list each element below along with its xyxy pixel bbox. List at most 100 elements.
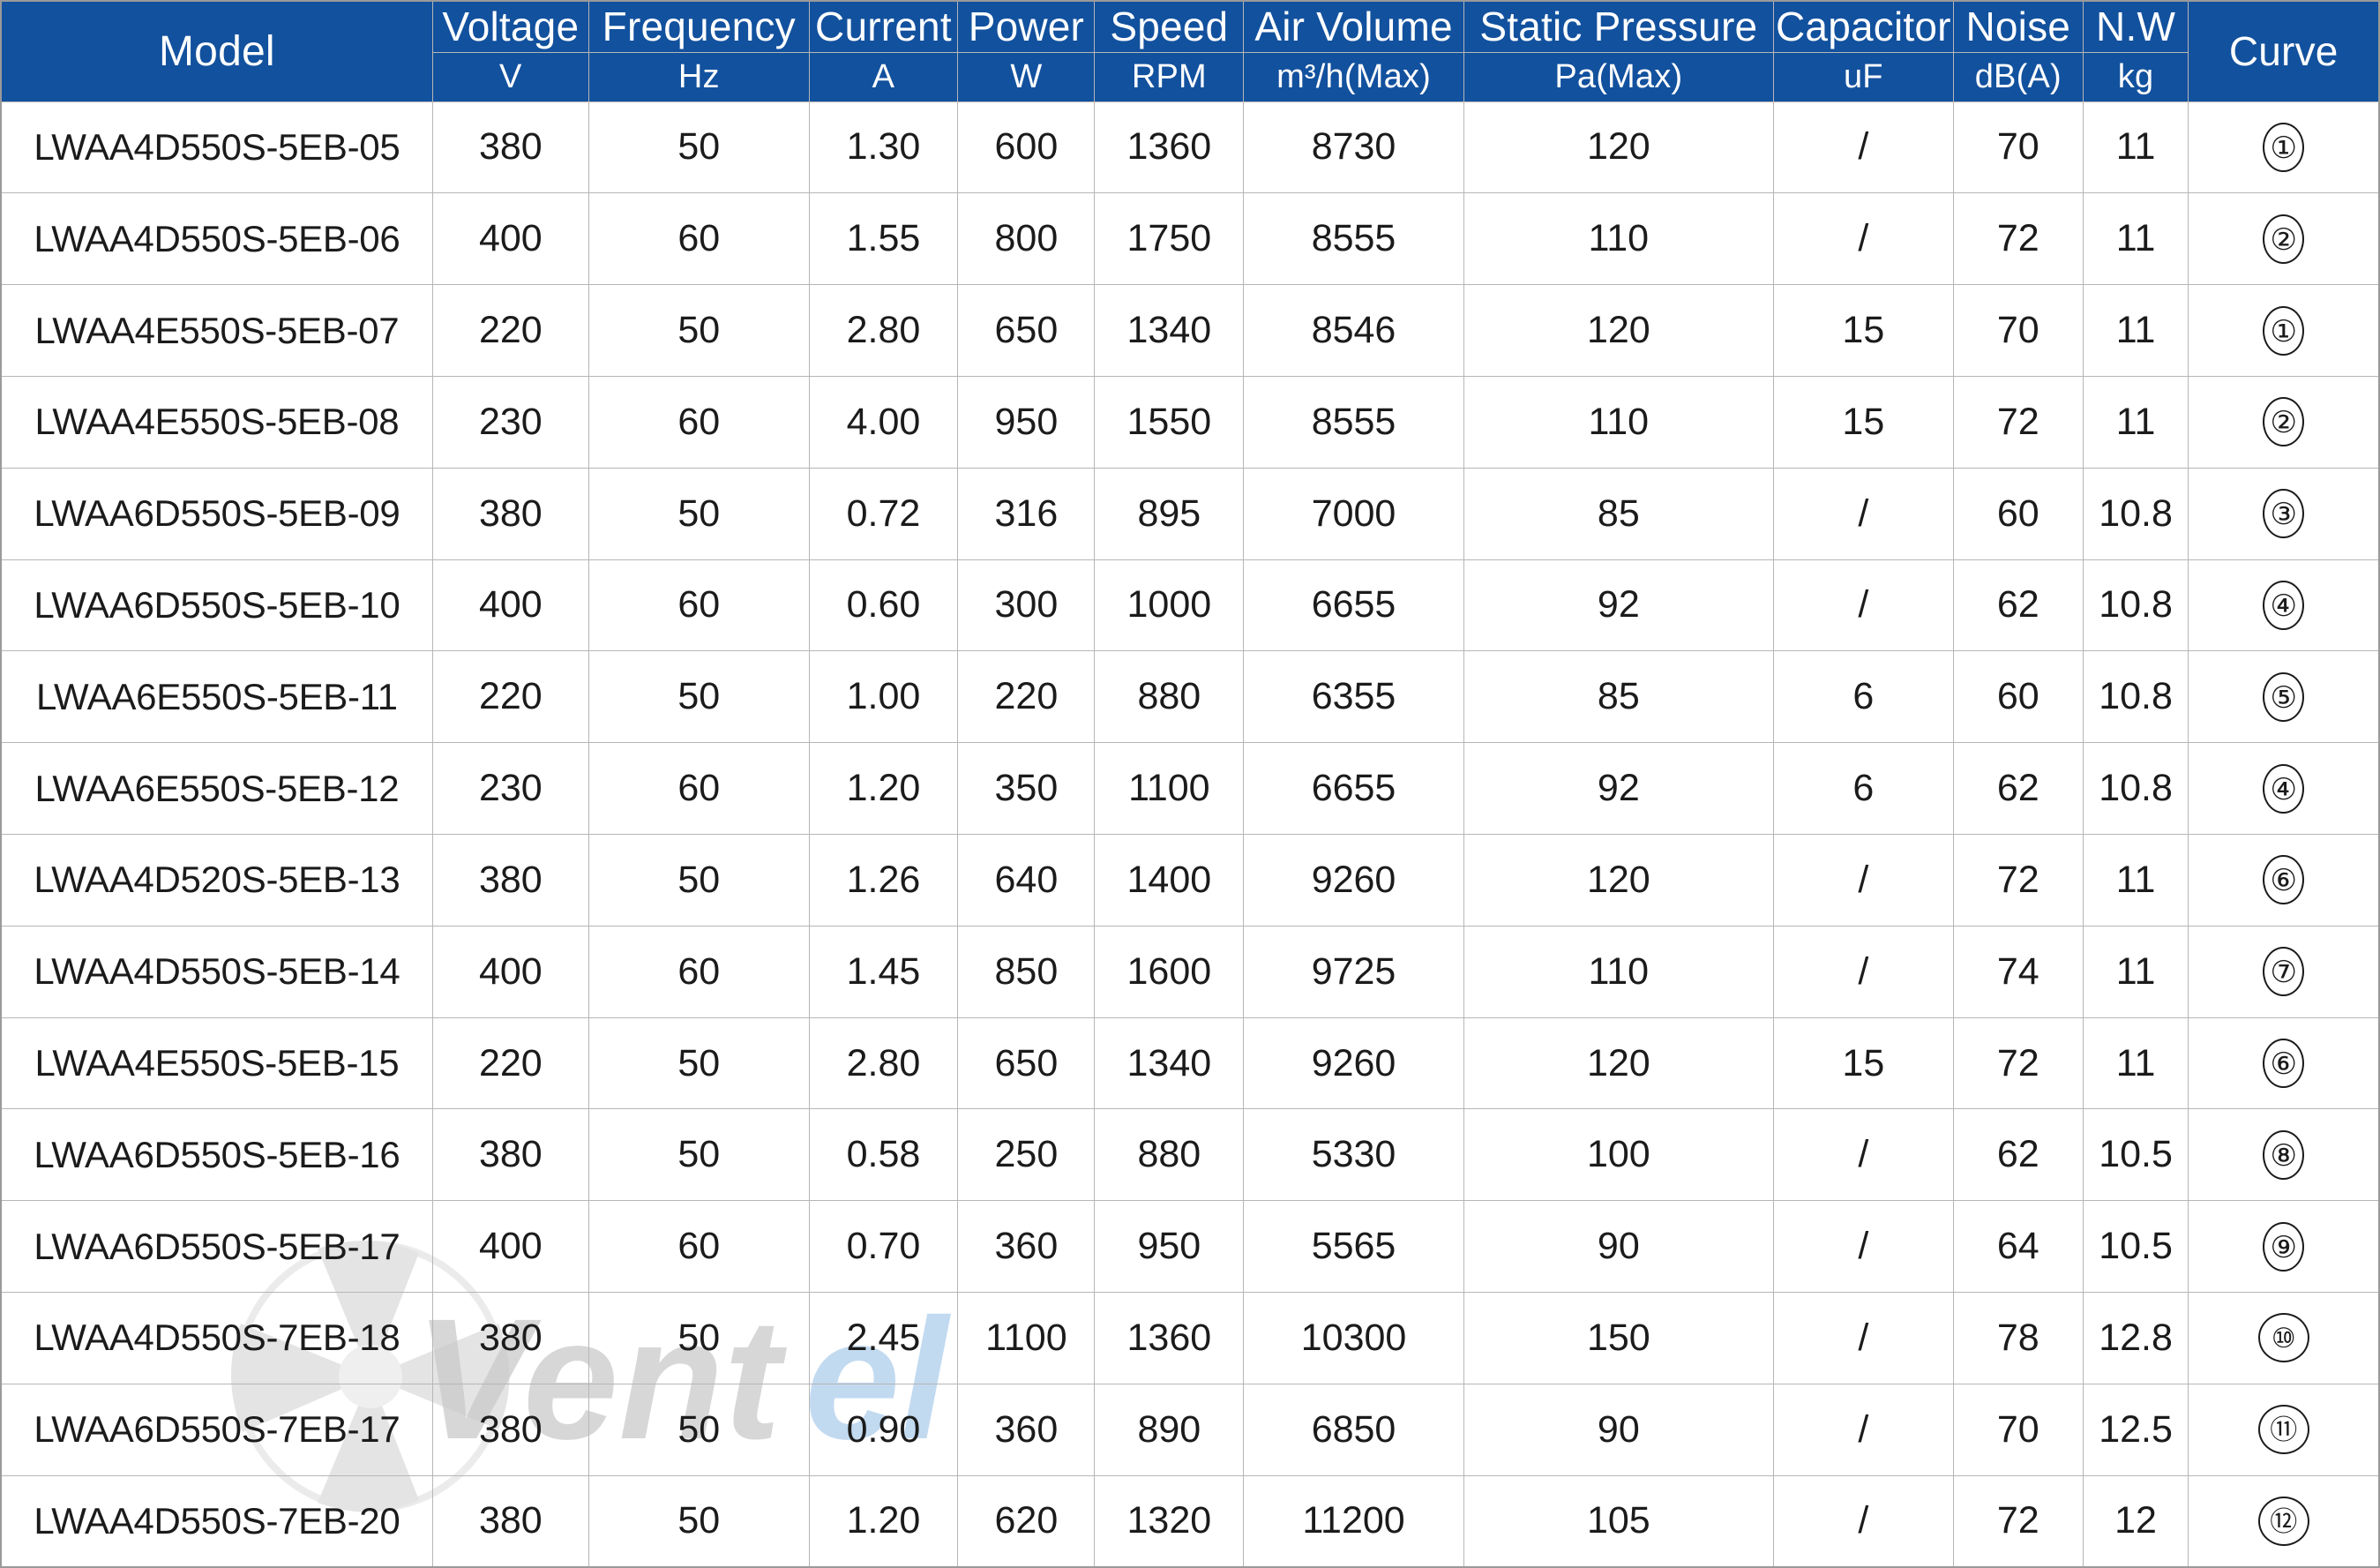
cell-current: 1.55 — [808, 192, 959, 286]
cell-curve: ⑤ — [2188, 650, 2380, 744]
cell-static: 120 — [1463, 101, 1774, 194]
col-header-speed: Speed — [1094, 0, 1245, 53]
curve-marker: ⑥ — [2263, 855, 2304, 905]
cell-nw: 11 — [2082, 375, 2189, 469]
cell-model: LWAA6D550S-5EB-10 — [0, 559, 433, 652]
cell-noise: 62 — [1952, 559, 2084, 652]
table-row: LWAA6E550S-5EB-11 220 50 1.00 220 880 6355 85 6 6… — [0, 650, 2380, 744]
table-row: LWAA6D550S-5EB-10 400 60 0.60 300 1000 6655 92/… — [0, 559, 2380, 652]
col-unit-static-pressure: Pa(Max) — [1463, 51, 1774, 102]
cell-nw: 11 — [2082, 834, 2189, 927]
cell-air: 10300 — [1243, 1292, 1464, 1384]
curve-marker: ④ — [2263, 580, 2304, 630]
cell-static: 150 — [1463, 1292, 1774, 1384]
curve-marker: ⑥ — [2263, 1039, 2304, 1089]
cell-model: LWAA6D550S-5EB-09 — [0, 467, 433, 560]
cell-freq: 50 — [588, 1383, 810, 1476]
cell-static: 92 — [1463, 742, 1774, 835]
cell-freq: 50 — [588, 1292, 810, 1384]
cell-nw: 12.8 — [2082, 1292, 2189, 1384]
cell-model: LWAA6E550S-5EB-12 — [0, 742, 433, 835]
cell-power: 950 — [957, 375, 1096, 469]
curve-marker: ⑩ — [2257, 1313, 2309, 1363]
cell-speed: 1750 — [1094, 192, 1245, 286]
cell-model: LWAA6D550S-5EB-16 — [0, 1108, 433, 1202]
cell-nw: 10.8 — [2082, 559, 2189, 652]
cell-power: 600 — [957, 101, 1096, 194]
cell-model: LWAA4E550S-5EB-15 — [0, 1017, 433, 1110]
cell-model: LWAA4D550S-7EB-20 — [0, 1474, 433, 1568]
table-row: LWAA6D550S-5EB-09 380 50 0.72 316 895 7000 85/6… — [0, 467, 2380, 560]
cell-cap: / — [1772, 1383, 1954, 1476]
col-unit-speed: RPM — [1094, 51, 1245, 102]
cell-noise: 70 — [1952, 101, 2084, 194]
cell-freq: 50 — [588, 101, 810, 194]
cell-freq: 60 — [588, 925, 810, 1018]
cell-freq: 60 — [588, 192, 810, 286]
cell-power: 650 — [957, 1017, 1096, 1110]
cell-curve: ④ — [2188, 559, 2380, 652]
col-unit-nw: kg — [2082, 51, 2189, 102]
cell-current: 1.30 — [808, 101, 959, 194]
cell-voltage: 380 — [431, 834, 589, 927]
col-header-curve: Curve — [2188, 0, 2380, 102]
curve-marker: ⑦ — [2263, 947, 2304, 997]
cell-current: 2.80 — [808, 1017, 959, 1110]
cell-curve: ① — [2188, 284, 2380, 377]
cell-speed: 880 — [1094, 1108, 1245, 1202]
table-row: LWAA4D550S-7EB-20 380 50 1.20 620 1320 11200 10… — [0, 1474, 2380, 1568]
cell-air: 6655 — [1243, 742, 1464, 835]
cell-power: 316 — [957, 467, 1096, 560]
cell-cap: / — [1772, 1292, 1954, 1384]
cell-noise: 60 — [1952, 467, 2084, 560]
cell-curve: ③ — [2188, 467, 2380, 560]
table-row: LWAA6E550S-5EB-12 230 60 1.20 350 1100 6655 92 6… — [0, 742, 2380, 835]
table-row: LWAA4D550S-5EB-05 380 50 1.30 600 1360 8730 120… — [0, 101, 2380, 194]
cell-noise: 72 — [1952, 1017, 2084, 1110]
cell-noise: 70 — [1952, 1383, 2084, 1476]
cell-voltage: 230 — [431, 742, 589, 835]
cell-noise: 62 — [1952, 742, 2084, 835]
cell-static: 92 — [1463, 559, 1774, 652]
cell-power: 300 — [957, 559, 1096, 652]
cell-air: 5330 — [1243, 1108, 1464, 1202]
cell-voltage: 400 — [431, 925, 589, 1018]
cell-voltage: 220 — [431, 284, 589, 377]
col-header-nw: N.W — [2082, 0, 2189, 53]
cell-nw: 11 — [2082, 192, 2189, 286]
cell-power: 640 — [957, 834, 1096, 927]
cell-curve: ⑦ — [2188, 925, 2380, 1018]
cell-freq: 60 — [588, 559, 810, 652]
cell-curve: ① — [2188, 101, 2380, 194]
cell-nw: 11 — [2082, 925, 2189, 1018]
cell-nw: 11 — [2082, 284, 2189, 377]
col-header-static-pressure: Static Pressure — [1463, 0, 1774, 53]
cell-cap: / — [1772, 1474, 1954, 1568]
cell-air: 9260 — [1243, 1017, 1464, 1110]
cell-static: 85 — [1463, 467, 1774, 560]
curve-marker: ① — [2263, 122, 2304, 172]
cell-speed: 1360 — [1094, 1292, 1245, 1384]
cell-speed: 1340 — [1094, 1017, 1245, 1110]
cell-freq: 50 — [588, 650, 810, 744]
cell-speed: 895 — [1094, 467, 1245, 560]
cell-freq: 50 — [588, 1108, 810, 1202]
cell-cap: / — [1772, 1108, 1954, 1202]
cell-voltage: 400 — [431, 1200, 589, 1294]
cell-power: 220 — [957, 650, 1096, 744]
cell-cap: 15 — [1772, 1017, 1954, 1110]
col-unit-noise: dB(A) — [1952, 51, 2084, 102]
cell-speed: 1600 — [1094, 925, 1245, 1018]
cell-power: 360 — [957, 1200, 1096, 1294]
cell-air: 6655 — [1243, 559, 1464, 652]
table-row: LWAA4D550S-5EB-14 400 60 1.45 850 1600 9725 110… — [0, 925, 2380, 1018]
cell-voltage: 380 — [431, 467, 589, 560]
cell-freq: 50 — [588, 1474, 810, 1568]
cell-voltage: 380 — [431, 1383, 589, 1476]
cell-nw: 10.8 — [2082, 742, 2189, 835]
cell-current: 1.26 — [808, 834, 959, 927]
cell-model: LWAA4D550S-5EB-14 — [0, 925, 433, 1018]
cell-air: 9260 — [1243, 834, 1464, 927]
table-row: LWAA4D550S-5EB-06 400 60 1.55 800 1750 8555 110… — [0, 192, 2380, 286]
cell-noise: 72 — [1952, 1474, 2084, 1568]
